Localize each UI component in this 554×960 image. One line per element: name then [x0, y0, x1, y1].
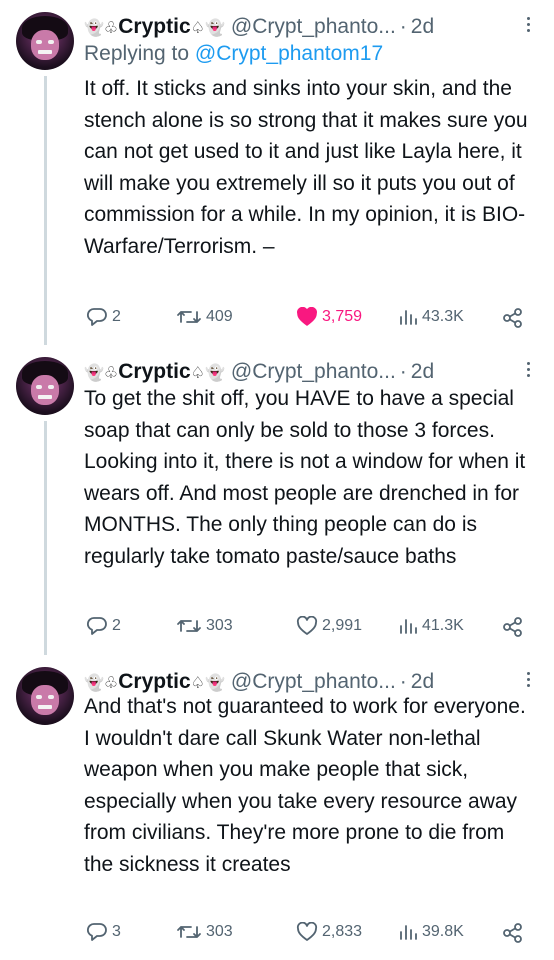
author-handle[interactable]: @Crypt_phanto... — [231, 360, 396, 384]
author-name-prefix: 👻♧ — [84, 672, 119, 692]
tweet-2[interactable]: 👻♧ Cryptic ♤👻 @Crypt_phanto... · 2d To g… — [0, 345, 554, 655]
reply-icon — [86, 617, 107, 635]
share-button[interactable] — [502, 307, 524, 329]
share-icon — [503, 308, 522, 328]
more-icon[interactable] — [524, 14, 532, 35]
retweet-button[interactable]: 303 — [176, 922, 233, 942]
timestamp[interactable]: 2d — [411, 15, 434, 39]
more-icon[interactable] — [524, 669, 532, 690]
thread-line — [44, 421, 47, 655]
reply-button[interactable]: 3 — [86, 922, 121, 942]
reply-count: 2 — [112, 617, 121, 634]
action-bar: 3 303 2,833 39.8K — [84, 922, 534, 948]
author-name-prefix: 👻♧ — [84, 17, 119, 37]
reply-icon — [86, 923, 107, 941]
views-count: 43.3K — [422, 308, 464, 325]
share-button[interactable] — [502, 922, 524, 944]
author-name-suffix: ♤👻 — [190, 672, 225, 692]
retweet-button[interactable]: 303 — [176, 616, 233, 636]
views-count: 41.3K — [422, 617, 464, 634]
share-icon — [503, 923, 522, 943]
more-icon[interactable] — [524, 359, 532, 380]
views-button[interactable]: 39.8K — [398, 922, 464, 942]
like-button[interactable]: 3,759 — [296, 307, 362, 327]
views-count: 39.8K — [422, 923, 464, 940]
like-icon — [297, 307, 317, 326]
avatar[interactable] — [16, 667, 74, 725]
like-icon — [296, 616, 318, 635]
tweet-3[interactable]: 👻♧ Cryptic ♤👻 @Crypt_phanto... · 2d And … — [0, 655, 554, 960]
views-button[interactable]: 43.3K — [398, 307, 464, 327]
author-handle[interactable]: @Crypt_phanto... — [231, 15, 396, 39]
reply-count: 3 — [112, 923, 121, 940]
like-icon — [296, 922, 318, 941]
avatar[interactable] — [16, 357, 74, 415]
tweet-header: 👻♧ Cryptic ♤👻 @Crypt_phanto... · 2d — [84, 14, 434, 40]
retweet-count: 409 — [206, 308, 233, 325]
author-name[interactable]: Cryptic — [118, 360, 190, 384]
like-button[interactable]: 2,991 — [296, 616, 362, 636]
views-icon — [400, 925, 417, 940]
tweet-text: To get the shit off, you HAVE to have a … — [84, 387, 526, 568]
author-name[interactable]: Cryptic — [118, 15, 190, 39]
like-count: 2,991 — [322, 617, 363, 634]
tweet-text: It off. It sticks and sinks into your sk… — [84, 77, 528, 258]
like-button[interactable]: 2,833 — [296, 922, 362, 942]
share-icon — [503, 617, 522, 637]
reply-mention-link[interactable]: @Crypt_phantom17 — [195, 42, 383, 65]
tweet-header: 👻♧ Cryptic ♤👻 @Crypt_phanto... · 2d — [84, 359, 434, 385]
reply-button[interactable]: 2 — [86, 307, 121, 327]
timestamp[interactable]: 2d — [411, 360, 434, 384]
reply-button[interactable]: 2 — [86, 616, 121, 636]
thread-line — [44, 76, 47, 345]
views-icon — [400, 310, 417, 325]
avatar[interactable] — [16, 12, 74, 70]
share-button[interactable] — [502, 616, 524, 638]
tweet-text: And that's not guaranteed to work for ev… — [84, 695, 526, 876]
author-name-suffix: ♤👻 — [190, 17, 225, 37]
replying-to-label: Replying to — [84, 42, 195, 65]
tweet-1[interactable]: 👻♧ Cryptic ♤👻 @Crypt_phanto... · 2d Repl… — [0, 0, 554, 345]
replying-to: Replying to @Crypt_phantom17 — [84, 42, 383, 66]
retweet-icon — [177, 311, 201, 323]
separator-dot: · — [399, 15, 407, 38]
author-name-prefix: 👻♧ — [84, 362, 119, 382]
separator-dot: · — [399, 360, 407, 383]
action-bar: 2 409 3,759 43.3K — [84, 307, 534, 333]
like-count: 3,759 — [322, 308, 363, 325]
retweet-count: 303 — [206, 923, 233, 940]
retweet-button[interactable]: 409 — [176, 307, 233, 327]
author-name-suffix: ♤👻 — [190, 362, 225, 382]
views-icon — [400, 619, 417, 634]
views-button[interactable]: 41.3K — [398, 616, 464, 636]
retweet-icon — [177, 926, 201, 938]
reply-count: 2 — [112, 308, 121, 325]
retweet-icon — [177, 620, 201, 632]
retweet-count: 303 — [206, 617, 233, 634]
action-bar: 2 303 2,991 41.3K — [84, 616, 534, 642]
reply-icon — [86, 308, 107, 326]
like-count: 2,833 — [322, 923, 363, 940]
